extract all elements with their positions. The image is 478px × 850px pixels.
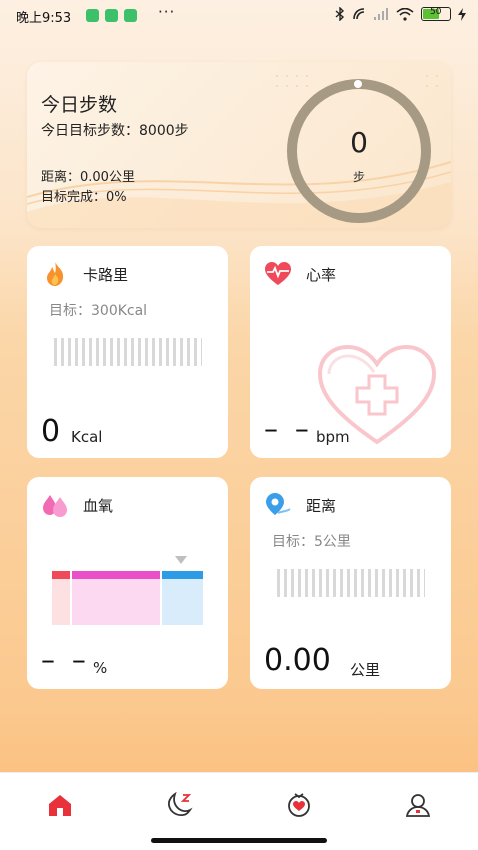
- distance-goal: 目标：5公里: [272, 534, 351, 550]
- calories-unit: Kcal: [71, 428, 103, 446]
- blood-oxygen-value: – –: [41, 643, 90, 676]
- calories-value: 0: [41, 414, 61, 449]
- home-indicator[interactable]: [151, 838, 327, 843]
- calories-card[interactable]: 卡路里 目标：300Kcal 0 Kcal: [27, 246, 228, 458]
- app-notification-icon: [105, 9, 118, 22]
- heart-rate-unit: bpm: [316, 428, 350, 446]
- summary-title: 今日步数: [41, 94, 118, 116]
- blood-oxygen-card[interactable]: 血氧 – – %: [27, 477, 228, 689]
- flame-icon: [47, 262, 64, 286]
- spo2-range-chart: [52, 571, 203, 625]
- heart-rate-value: – –: [264, 412, 313, 445]
- distance-summary: 距离：0.00公里: [41, 170, 135, 185]
- sleep-icon[interactable]: [165, 791, 193, 819]
- profile-icon[interactable]: [404, 791, 432, 819]
- wechat-icon: [86, 9, 99, 22]
- app-notification-icon: [124, 9, 137, 22]
- blood-oxygen-title: 血氧: [83, 497, 114, 515]
- heart-rate-title: 心率: [306, 266, 337, 284]
- distance-value: 0.00: [264, 643, 331, 678]
- calories-progress-bar: [54, 338, 202, 366]
- distance-title: 距离: [306, 497, 337, 515]
- battery-icon: 50: [421, 7, 451, 21]
- calories-goal: 目标：300Kcal: [49, 303, 148, 319]
- status-bar: 晚上9:53 ··· 50: [0, 0, 478, 32]
- phone-signal-icon: [353, 8, 365, 20]
- status-time: 晚上9:53: [16, 11, 72, 26]
- wifi-icon: [396, 7, 414, 21]
- steps-unit: 步: [352, 170, 365, 184]
- heart-rate-card[interactable]: 心率 – – bpm: [250, 246, 451, 458]
- home-icon[interactable]: [46, 791, 74, 819]
- cellular-signal-icon: [374, 8, 388, 20]
- charging-icon: [458, 7, 466, 21]
- blood-drop-icon: [43, 495, 67, 517]
- notification-icons: [86, 9, 137, 22]
- more-notifications: ···: [158, 3, 176, 21]
- steps-goal: 今日目标步数：8000步: [41, 123, 189, 139]
- location-pin-icon: [266, 493, 291, 515]
- status-right: 50: [335, 7, 466, 21]
- distance-unit: 公里: [350, 661, 381, 679]
- distance-progress-bar: [277, 569, 425, 597]
- steps-summary-card[interactable]: 今日步数 今日目标步数：8000步 距离：0.00公里 目标完成：0% 0 步: [27, 62, 451, 228]
- steps-value: 0: [350, 126, 368, 159]
- goal-completion: 目标完成：0%: [41, 190, 127, 205]
- calories-title: 卡路里: [83, 266, 129, 284]
- battery-level: 50: [430, 7, 442, 17]
- progress-ring-marker: [354, 80, 362, 88]
- distance-card[interactable]: 距离 目标：5公里 0.00 公里: [250, 477, 451, 689]
- blood-oxygen-unit: %: [93, 659, 108, 677]
- health-icon[interactable]: [285, 791, 313, 819]
- spo2-pointer-icon: [175, 556, 187, 564]
- heart-rate-icon: [265, 262, 291, 285]
- bluetooth-icon: [335, 7, 345, 21]
